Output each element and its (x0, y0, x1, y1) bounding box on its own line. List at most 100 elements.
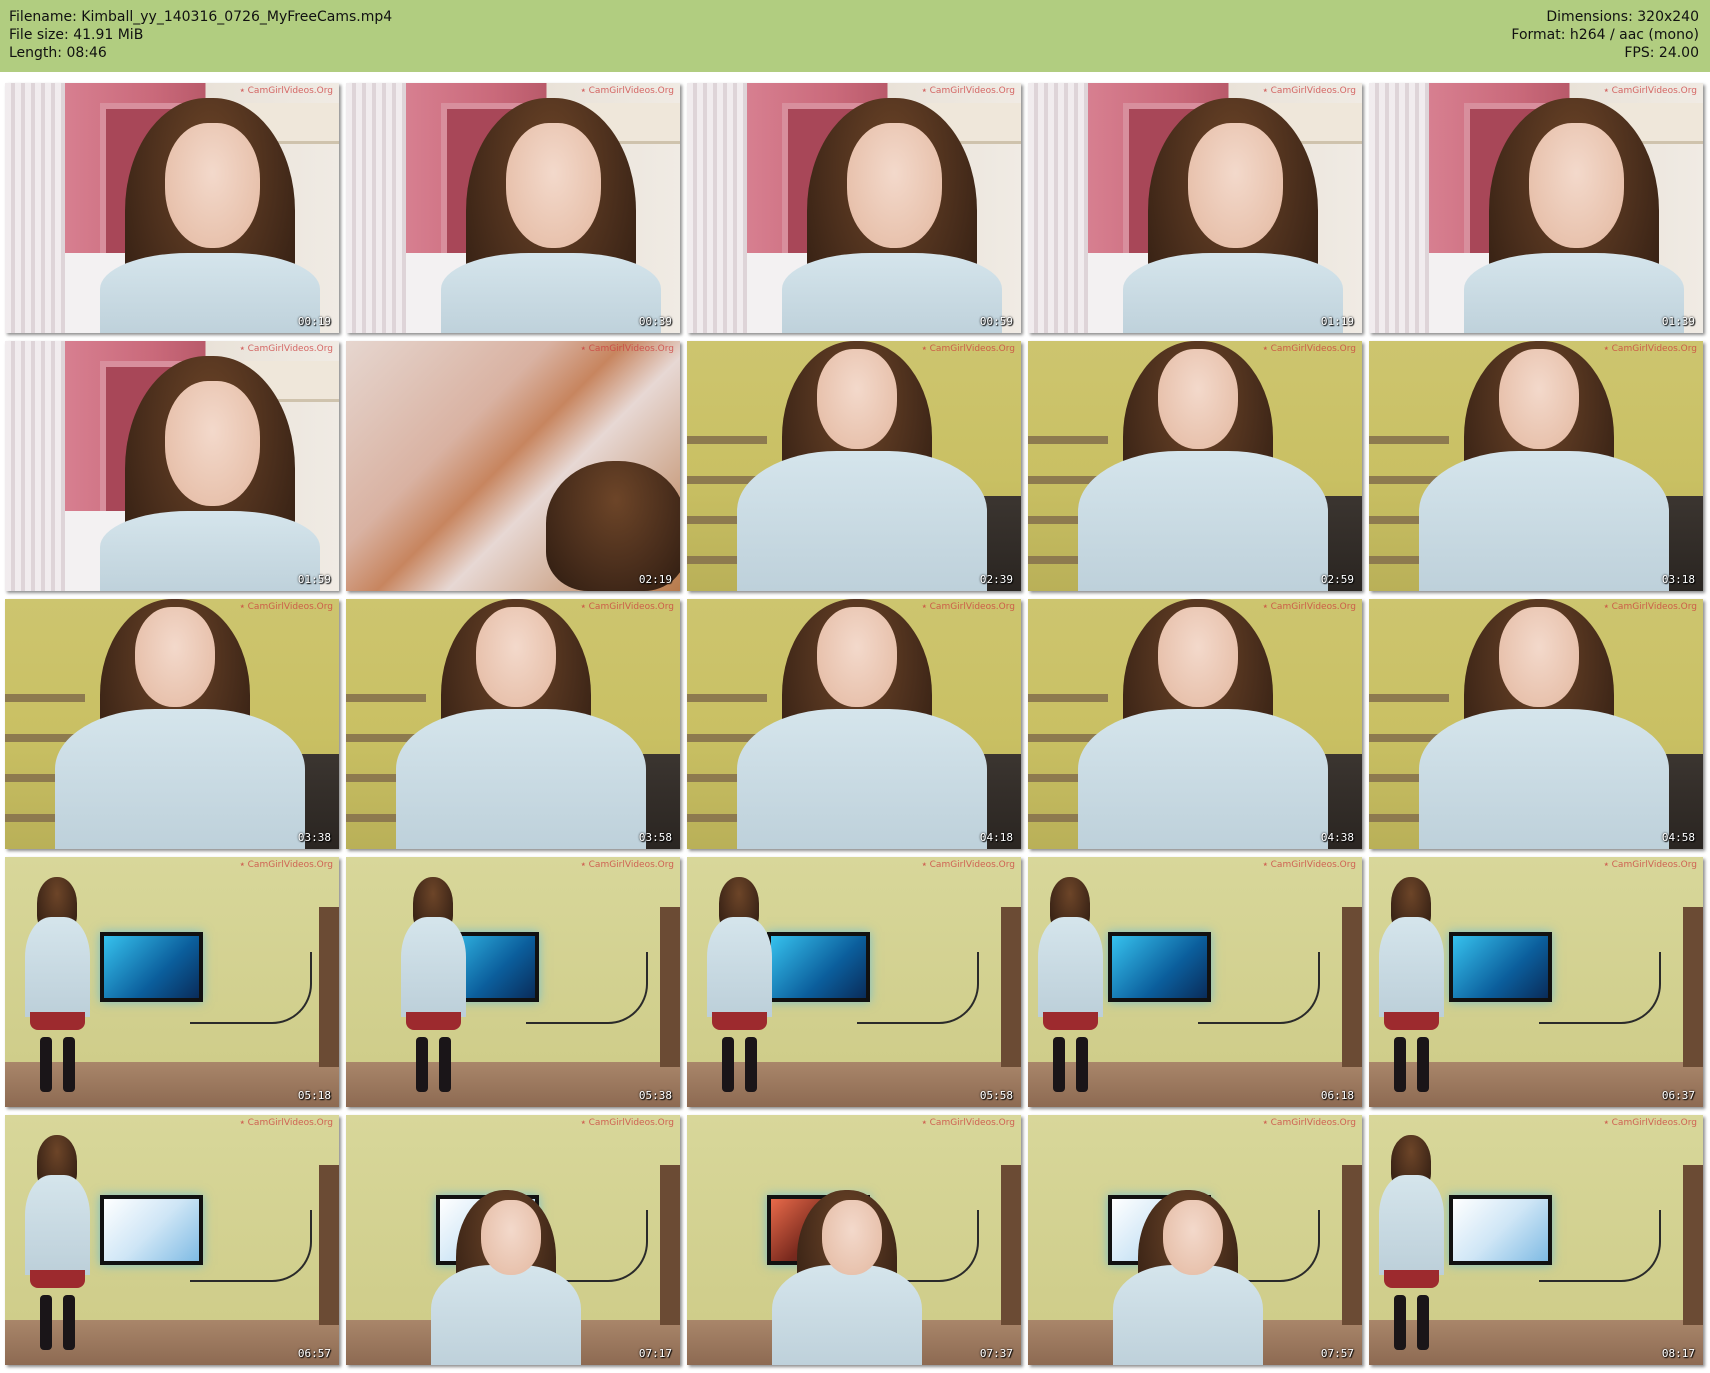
person-sweater (737, 451, 987, 591)
video-thumbnail[interactable]: ⭑ CamGirlVideos.Org 06:18 (1028, 857, 1362, 1107)
timestamp-label: 00:19 (297, 315, 331, 328)
video-thumbnail[interactable]: ⭑ CamGirlVideos.Org 03:38 (5, 599, 339, 849)
watermark-logo: ⭑ CamGirlVideos.Org (580, 1118, 674, 1128)
shelf (687, 694, 767, 702)
curtain (687, 83, 747, 333)
video-thumbnail[interactable]: ⭑ CamGirlVideos.Org 07:37 (687, 1115, 1021, 1365)
curtain (1028, 83, 1088, 333)
tv-screen (1108, 932, 1211, 1002)
person-face (1158, 349, 1238, 449)
watermark-logo: ⭑ CamGirlVideos.Org (1603, 344, 1697, 354)
video-thumbnail[interactable]: ⭑ CamGirlVideos.Org 00:39 (346, 83, 680, 333)
timestamp-label: 04:18 (979, 831, 1013, 844)
video-thumbnail[interactable]: ⭑ CamGirlVideos.Org 00:59 (687, 83, 1021, 333)
video-thumbnail[interactable]: ⭑ CamGirlVideos.Org 04:38 (1028, 599, 1362, 849)
timestamp-label: 07:17 (638, 1347, 672, 1360)
person-leg (63, 1037, 75, 1092)
person-sweater (431, 1265, 581, 1365)
shelf (346, 694, 426, 702)
thumbnail-frame: ⭑ CamGirlVideos.Org 07:37 (687, 1115, 1021, 1365)
thumbnail-frame: ⭑ CamGirlVideos.Org 01:19 (1028, 83, 1362, 333)
person-leg (745, 1037, 757, 1092)
cable (190, 952, 312, 1024)
tv-screen (100, 1195, 203, 1265)
door (1001, 1165, 1021, 1325)
video-thumbnail[interactable]: ⭑ CamGirlVideos.Org 06:57 (5, 1115, 339, 1365)
video-thumbnail[interactable]: ⭑ CamGirlVideos.Org 01:59 (5, 341, 339, 591)
person-leg (1394, 1037, 1406, 1092)
door (1342, 907, 1362, 1067)
watermark-logo: ⭑ CamGirlVideos.Org (1262, 86, 1356, 96)
cable (190, 1210, 312, 1282)
format-text: Format: h264 / aac (mono) (1511, 27, 1699, 43)
video-thumbnail[interactable]: ⭑ CamGirlVideos.Org 02:19 (346, 341, 680, 591)
person-face (481, 1200, 541, 1275)
shelf (1028, 694, 1108, 702)
shelf (1028, 436, 1108, 444)
video-thumbnail[interactable]: ⭑ CamGirlVideos.Org 02:39 (687, 341, 1021, 591)
tv-screen (767, 932, 870, 1002)
person-sweater (1379, 1175, 1444, 1275)
person-sweater (1379, 917, 1444, 1017)
thumbnail-frame: ⭑ CamGirlVideos.Org 07:17 (346, 1115, 680, 1365)
watermark-logo: ⭑ CamGirlVideos.Org (239, 1118, 333, 1128)
timestamp-label: 08:17 (1661, 1347, 1695, 1360)
person-leg (40, 1295, 52, 1350)
video-thumbnail[interactable]: ⭑ CamGirlVideos.Org 01:39 (1369, 83, 1703, 333)
video-thumbnail[interactable]: ⭑ CamGirlVideos.Org 07:57 (1028, 1115, 1362, 1365)
watermark-logo: ⭑ CamGirlVideos.Org (1603, 1118, 1697, 1128)
person-sweater (772, 1265, 922, 1365)
video-thumbnail[interactable]: ⭑ CamGirlVideos.Org 04:18 (687, 599, 1021, 849)
timestamp-label: 03:18 (1661, 573, 1695, 586)
door (1683, 1165, 1703, 1325)
watermark-logo: ⭑ CamGirlVideos.Org (239, 344, 333, 354)
person-face (1158, 607, 1238, 707)
timestamp-label: 05:58 (979, 1089, 1013, 1102)
person-skirt (30, 1012, 85, 1030)
video-thumbnail[interactable]: ⭑ CamGirlVideos.Org 05:18 (5, 857, 339, 1107)
person-sweater (1464, 253, 1684, 333)
person-sweater (401, 917, 466, 1017)
person-leg (439, 1037, 451, 1092)
watermark-logo: ⭑ CamGirlVideos.Org (580, 344, 674, 354)
curtain (5, 341, 65, 591)
video-thumbnail[interactable]: ⭑ CamGirlVideos.Org 03:58 (346, 599, 680, 849)
video-thumbnail[interactable]: ⭑ CamGirlVideos.Org 05:58 (687, 857, 1021, 1107)
thumbnail-frame: ⭑ CamGirlVideos.Org 06:57 (5, 1115, 339, 1365)
timestamp-label: 06:37 (1661, 1089, 1695, 1102)
video-thumbnail[interactable]: ⭑ CamGirlVideos.Org 01:19 (1028, 83, 1362, 333)
timestamp-label: 07:57 (1320, 1347, 1354, 1360)
person-sweater (1078, 451, 1328, 591)
thumbnail-grid: ⭑ CamGirlVideos.Org 00:19 ⭑ CamGirlVideos.… (5, 83, 1705, 1365)
timestamp-label: 00:39 (638, 315, 672, 328)
thumbnail-frame: ⭑ CamGirlVideos.Org 07:57 (1028, 1115, 1362, 1365)
video-thumbnail[interactable]: ⭑ CamGirlVideos.Org 04:58 (1369, 599, 1703, 849)
video-thumbnail[interactable]: ⭑ CamGirlVideos.Org 05:38 (346, 857, 680, 1107)
watermark-logo: ⭑ CamGirlVideos.Org (921, 602, 1015, 612)
cable (1539, 1210, 1661, 1282)
door (1342, 1165, 1362, 1325)
person-hair (546, 461, 680, 591)
person-skirt (406, 1012, 461, 1030)
thumbnail-frame: ⭑ CamGirlVideos.Org 05:58 (687, 857, 1021, 1107)
info-header: Filename: Kimball_yy_140316_0726_MyFreeC… (0, 0, 1710, 72)
video-thumbnail[interactable]: ⭑ CamGirlVideos.Org 08:17 (1369, 1115, 1703, 1365)
watermark-logo: ⭑ CamGirlVideos.Org (1262, 344, 1356, 354)
video-thumbnail[interactable]: ⭑ CamGirlVideos.Org 02:59 (1028, 341, 1362, 591)
video-thumbnail[interactable]: ⭑ CamGirlVideos.Org 06:37 (1369, 857, 1703, 1107)
thumbnail-frame: ⭑ CamGirlVideos.Org 03:38 (5, 599, 339, 849)
person-leg (722, 1037, 734, 1092)
timestamp-label: 05:38 (638, 1089, 672, 1102)
video-thumbnail[interactable]: ⭑ CamGirlVideos.Org 07:17 (346, 1115, 680, 1365)
person-face (165, 381, 260, 506)
person-face (822, 1200, 882, 1275)
person-sweater (1123, 253, 1343, 333)
watermark-logo: ⭑ CamGirlVideos.Org (1603, 602, 1697, 612)
video-thumbnail[interactable]: ⭑ CamGirlVideos.Org 00:19 (5, 83, 339, 333)
timestamp-label: 06:18 (1320, 1089, 1354, 1102)
watermark-logo: ⭑ CamGirlVideos.Org (1603, 860, 1697, 870)
person-skirt (1384, 1012, 1439, 1030)
video-thumbnail[interactable]: ⭑ CamGirlVideos.Org 03:18 (1369, 341, 1703, 591)
shelf (1369, 436, 1449, 444)
timestamp-label: 03:58 (638, 831, 672, 844)
